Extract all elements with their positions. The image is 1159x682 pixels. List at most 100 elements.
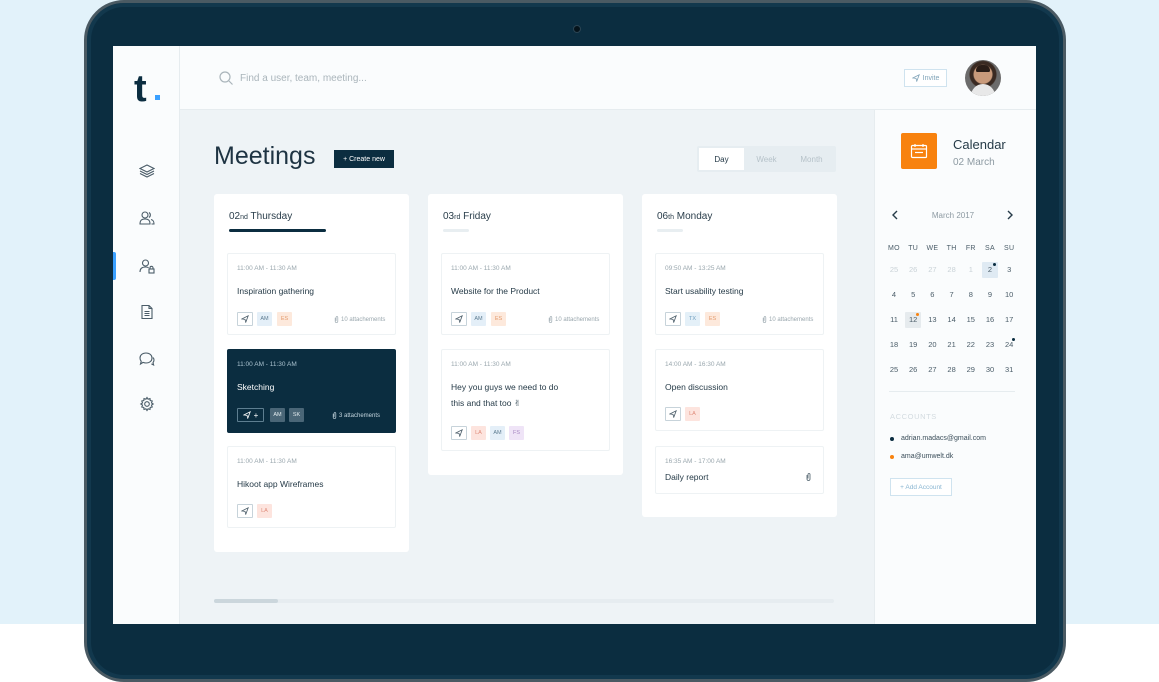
meeting-time: 16:35 AM - 17:00 AM: [665, 458, 726, 465]
participant-chip[interactable]: AM: [471, 312, 486, 326]
participant-chip[interactable]: LA: [685, 407, 700, 421]
participant-chip[interactable]: ES: [491, 312, 506, 326]
send-icon: [669, 410, 677, 418]
meeting-title: Start usability testing: [665, 286, 744, 296]
view-month-tab[interactable]: Month: [789, 148, 834, 170]
calendar-day[interactable]: 28: [944, 362, 960, 378]
chat-icon[interactable]: [139, 351, 155, 367]
calendar-day[interactable]: 9: [982, 287, 998, 303]
send-button[interactable]: [665, 407, 681, 421]
meeting-title: Inspiration gathering: [237, 286, 315, 296]
calendar-day[interactable]: 7: [944, 287, 960, 303]
paperclip-icon: [762, 316, 767, 323]
participant-chip[interactable]: SK: [289, 408, 304, 422]
calendar-day[interactable]: 4: [886, 287, 902, 303]
calendar-day[interactable]: 14: [944, 312, 960, 328]
app-logo[interactable]: t: [134, 68, 147, 111]
calendar-day[interactable]: 20: [924, 337, 940, 353]
account-email: ama@umwelt.dk: [901, 453, 954, 460]
paperclip-icon[interactable]: [806, 473, 811, 481]
calendar-day[interactable]: 6: [924, 287, 940, 303]
account-item[interactable]: adrian.madacs@gmail.com: [890, 435, 986, 442]
calendar-day[interactable]: 5: [905, 287, 921, 303]
calendar-day[interactable]: 11: [886, 312, 902, 328]
calendar-day[interactable]: 28: [944, 262, 960, 278]
calendar-badge[interactable]: [901, 133, 937, 169]
calendar-day[interactable]: 1: [963, 262, 979, 278]
calendar-day[interactable]: 26: [905, 362, 921, 378]
participant-chip[interactable]: AM: [490, 426, 505, 440]
send-button[interactable]: [451, 312, 467, 326]
send-add-button[interactable]: +: [237, 408, 264, 422]
nav-active-indicator: [113, 252, 116, 280]
attachments[interactable]: 3 attachements: [332, 412, 380, 419]
user-avatar[interactable]: [965, 60, 1001, 96]
calendar-day[interactable]: 27: [924, 262, 940, 278]
participant-chip[interactable]: LA: [471, 426, 486, 440]
account-item[interactable]: ama@umwelt.dk: [890, 453, 953, 460]
horizontal-scrollbar[interactable]: [214, 599, 834, 603]
calendar-day[interactable]: 29: [963, 362, 979, 378]
send-icon: [241, 315, 249, 323]
meeting-card-selected[interactable]: 11:00 AM - 11:30 AM Sketching + AM SK 3 …: [227, 349, 396, 433]
meeting-card[interactable]: 09:50 AM - 13:25 AM Start usability test…: [655, 253, 824, 335]
day-underline: [443, 229, 469, 232]
meeting-card[interactable]: 11:00 AM - 11:30 AM Inspiration gatherin…: [227, 253, 396, 335]
user-lock-icon[interactable]: [139, 258, 155, 274]
prev-month-button[interactable]: [891, 210, 901, 223]
send-button[interactable]: [237, 312, 253, 326]
add-account-button[interactable]: + Add Account: [890, 478, 952, 496]
participant-chip[interactable]: ES: [277, 312, 292, 326]
settings-icon[interactable]: [139, 396, 155, 412]
meeting-card[interactable]: 14:00 AM - 16:30 AM Open discussion LA: [655, 349, 824, 431]
calendar-day[interactable]: 26: [905, 262, 921, 278]
day-header: 03rd Friday: [443, 211, 491, 222]
calendar-day[interactable]: 16: [982, 312, 998, 328]
scrollbar-thumb[interactable]: [214, 599, 278, 603]
participant-chip[interactable]: LA: [257, 504, 272, 518]
calendar-day[interactable]: 18: [886, 337, 902, 353]
view-day-tab[interactable]: Day: [699, 148, 744, 170]
calendar-day[interactable]: 19: [905, 337, 921, 353]
send-button[interactable]: [237, 504, 253, 518]
calendar-day[interactable]: 23: [982, 337, 998, 353]
attachments[interactable]: 10 attachements: [762, 316, 813, 323]
calendar-day[interactable]: 10: [1001, 287, 1017, 303]
calendar-day[interactable]: 22: [963, 337, 979, 353]
calendar-day[interactable]: 3: [1001, 262, 1017, 278]
attachments[interactable]: 10 attachements: [548, 316, 599, 323]
calendar-day[interactable]: 27: [924, 362, 940, 378]
view-week-tab[interactable]: Week: [744, 148, 789, 170]
panel-divider: [889, 391, 1015, 392]
calendar-day[interactable]: 8: [963, 287, 979, 303]
search-input[interactable]: [240, 68, 540, 88]
weekday-label: TU: [908, 245, 919, 252]
meeting-card[interactable]: 16:35 AM - 17:00 AM Daily report: [655, 446, 824, 494]
document-icon[interactable]: [139, 304, 155, 320]
calendar-day[interactable]: 31: [1001, 362, 1017, 378]
participant-chip[interactable]: ES: [705, 312, 720, 326]
participant-chip[interactable]: TX: [685, 312, 700, 326]
calendar-day[interactable]: 30: [982, 362, 998, 378]
calendar-day[interactable]: 25: [886, 362, 902, 378]
meeting-card[interactable]: 11:00 AM - 11:30 AM Website for the Prod…: [441, 253, 610, 335]
calendar-day[interactable]: 25: [886, 262, 902, 278]
calendar-day[interactable]: 15: [963, 312, 979, 328]
invite-button[interactable]: Invite: [904, 69, 947, 87]
send-button[interactable]: [451, 426, 467, 440]
send-button[interactable]: [665, 312, 681, 326]
create-new-button[interactable]: + Create new: [334, 150, 394, 168]
send-icon: [241, 507, 249, 515]
calendar-day[interactable]: 17: [1001, 312, 1017, 328]
attachments[interactable]: 10 attachements: [334, 316, 385, 323]
calendar-day[interactable]: 13: [924, 312, 940, 328]
meeting-card[interactable]: 11:00 AM - 11:30 AM Hey you guys we need…: [441, 349, 610, 451]
participant-chip[interactable]: AM: [270, 408, 285, 422]
next-month-button[interactable]: [1006, 210, 1016, 223]
meeting-card[interactable]: 11:00 AM - 11:30 AM Hikoot app Wireframe…: [227, 446, 396, 528]
participant-chip[interactable]: AM: [257, 312, 272, 326]
participant-chip[interactable]: FS: [509, 426, 524, 440]
calendar-day[interactable]: 21: [944, 337, 960, 353]
layers-icon[interactable]: [139, 163, 155, 179]
team-icon[interactable]: [139, 210, 155, 226]
